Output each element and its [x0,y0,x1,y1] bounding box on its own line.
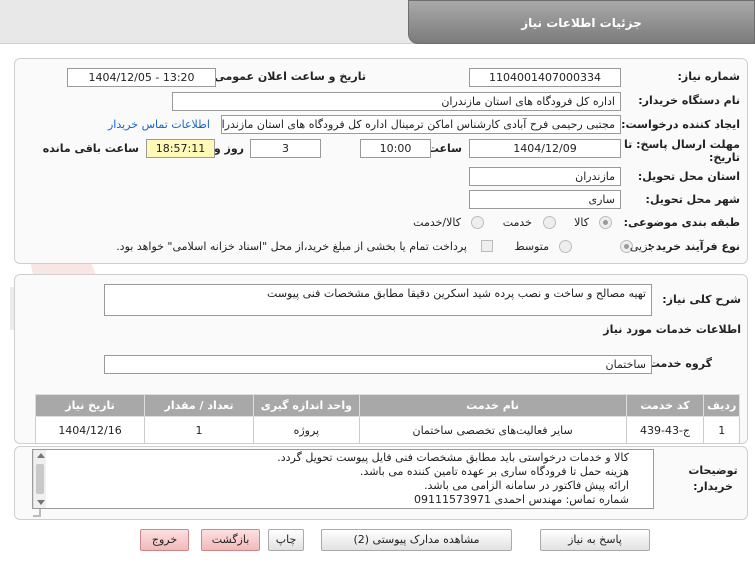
scroll-up-icon[interactable] [37,453,45,458]
need-description-label: شرح کلی نیاز: [662,293,741,306]
category-option-goods-service: کالا/خدمت [413,216,461,229]
services-table-container: ردیف کد خدمت نام خدمت واحد اندازه گیری ت… [34,394,740,444]
category-radio-service[interactable] [543,216,556,229]
deadline-date-field: 1404/12/09 [469,139,621,158]
buyer-note-line: شماره تماس: مهندس احمدی 09111573971 [414,493,629,506]
province-label: استان محل تحویل: [637,170,740,183]
cell-service-name: سایر فعالیت‌های تخصصی ساختمان [358,416,627,444]
days-remaining-field: 3 [250,139,321,158]
resize-grip-icon[interactable] [33,509,41,517]
need-description-field: تهیه مصالح و ساخت و نصب پرده شید اسکرین … [104,284,652,316]
deadline-label: مهلت ارسال پاسخ: تا تاریخ: [624,138,740,164]
services-table: ردیف کد خدمت نام خدمت واحد اندازه گیری ت… [34,394,740,444]
process-option-medium: متوسط [514,240,549,253]
process-type-label: نوع فرآیند خرید : [647,240,740,253]
remaining-time-field: 18:57:11 [146,139,215,158]
deadline-time-field: 10:00 [360,139,431,158]
buyer-org-field: اداره کل فرودگاه های استان مازندران [172,92,621,111]
col-quantity: تعداد / مقدار [144,394,255,417]
buyer-notes-label: توضیحات خریدار: [688,464,738,493]
category-option-goods: کالا [574,216,589,229]
view-attachments-button[interactable]: مشاهده مدارک پیوستی (2) [321,529,512,551]
scroll-down-icon[interactable] [37,500,45,505]
category-label: طبقه بندی موضوعی: [623,216,740,229]
scroll-thumb[interactable] [36,464,44,494]
col-service-code: کد خدمت [625,394,705,417]
buyer-note-line: هزینه حمل تا فرودگاه ساری بر عهده تامین … [359,465,629,478]
announce-date-field: 1404/12/05 - 13:20 [67,68,216,87]
services-section-title: اطلاعات خدمات مورد نیاز [603,323,741,336]
requester-field: مجتبی رحیمی فرح آبادی کارشناس اماکن ترمی… [221,115,621,134]
service-group-field: ساختمان [104,355,652,374]
city-field: ساری [469,190,621,209]
process-radio-medium[interactable] [559,240,572,253]
notes-scrollbar[interactable] [33,450,46,508]
category-radio-goods[interactable] [599,216,612,229]
reply-button[interactable]: پاسخ به نیاز [540,529,650,551]
cell-service-code: ج-43-439 [625,416,705,444]
cell-quantity: 1 [144,416,255,444]
province-field: مازندران [469,167,621,186]
col-unit: واحد اندازه گیری [253,394,360,417]
buyer-notes-field: کالا و خدمات درخواستی باید مطابق مشخصات … [32,449,654,509]
table-header-row: ردیف کد خدمت نام خدمت واحد اندازه گیری ت… [34,394,740,417]
col-service-name: نام خدمت [358,394,627,417]
exit-button[interactable]: خروج [140,529,189,551]
cell-unit: پروژه [253,416,360,444]
cell-row: 1 [703,416,740,444]
buyer-note-line: ارائه پیش فاکتور در سامانه الزامی می باش… [424,479,629,492]
print-button[interactable]: چاپ [268,529,304,551]
deadline-time-label: ساعت [427,142,462,155]
days-label: روز و [213,142,244,155]
cell-need-date: 1404/12/16 [34,416,146,444]
need-number-label: شماره نیاز: [677,70,740,83]
buyer-org-label: نام دستگاه خریدار: [638,94,740,107]
service-group-label: گروه خدمت: [644,357,712,370]
buyer-note-line: کالا و خدمات درخواستی باید مطابق مشخصات … [277,451,629,464]
process-option-minor: جزیی [629,240,655,253]
back-button[interactable]: بازگشت [201,529,260,551]
category-option-service: خدمت [502,216,532,229]
remaining-time-label: ساعت باقی مانده [42,142,139,155]
announce-date-label: تاریخ و ساعت اعلان عمومی: [209,70,366,83]
treasury-payment-checkbox[interactable] [481,240,493,252]
col-need-date: تاریخ نیاز [34,394,146,417]
requester-label: ایجاد کننده درخواست: [621,118,740,131]
buyer-contact-link[interactable]: اطلاعات تماس خریدار [108,118,210,131]
treasury-payment-note: پرداخت تمام یا بخشی از مبلغ خرید،از محل … [116,240,467,253]
category-radio-goods-service[interactable] [471,216,484,229]
need-number-field: 1104001407000334 [469,68,621,87]
col-row: ردیف [703,394,740,417]
table-row: 1 ج-43-439 سایر فعالیت‌های تخصصی ساختمان… [34,416,740,444]
city-label: شهر محل تحویل: [645,193,740,206]
page-title: جزئیات اطلاعات نیاز [408,0,755,44]
